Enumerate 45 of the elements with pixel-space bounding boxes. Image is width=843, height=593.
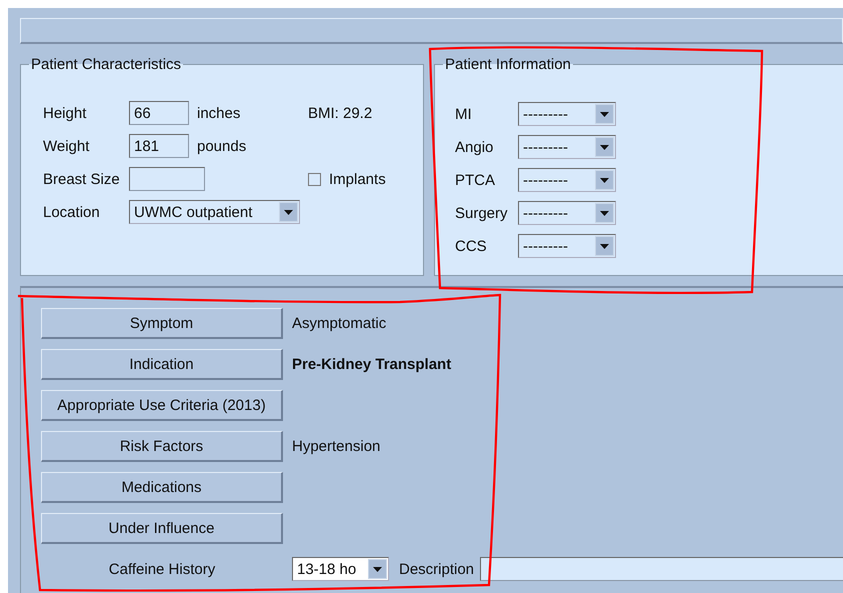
bmi-value: BMI: 29.2	[308, 104, 372, 122]
history-value: Pre-Kidney Transplant	[292, 356, 452, 373]
dropdown-arrow-icon	[600, 178, 609, 182]
field-label: Weight	[43, 138, 90, 154]
dropdown-arrow-icon	[600, 112, 609, 116]
field-label: Location	[43, 204, 100, 220]
description-field[interactable]	[480, 557, 843, 581]
dropdown-arrow-icon	[600, 244, 609, 248]
history-value: Hypertension	[292, 438, 380, 455]
unit-label: inches	[197, 104, 240, 122]
field-label: Breast Size	[43, 170, 120, 188]
field-label: Description	[399, 560, 474, 578]
dropdown-arrow-icon	[600, 144, 609, 150]
caffeine-dropdown[interactable]: 13-18 ho	[292, 557, 389, 581]
panel-title: Patient Information	[444, 56, 572, 73]
dropdown[interactable]: ---------	[518, 201, 616, 225]
field-label: CCS	[455, 238, 488, 254]
history-value: Asymptomatic	[292, 315, 386, 332]
history-button[interactable]: Appropriate Use Criteria (2013)	[41, 390, 283, 421]
panel-title: Patient Characteristics	[30, 56, 182, 73]
history-button[interactable]: Risk Factors	[41, 431, 283, 462]
height-field[interactable]: 66	[129, 101, 189, 125]
dropdown-arrow-icon	[284, 210, 293, 214]
breast-size-field[interactable]	[129, 167, 205, 191]
dropdown[interactable]: ---------	[518, 135, 616, 159]
weight-field[interactable]: 181	[129, 134, 189, 158]
field-label: Surgery	[455, 204, 509, 222]
history-button[interactable]: Indication	[41, 349, 283, 380]
field-label: Caffeine History	[108, 560, 216, 578]
field-label: MI	[455, 106, 473, 122]
history-button[interactable]: Symptom	[41, 308, 283, 339]
dropdown-arrow-icon	[373, 566, 382, 572]
history-button[interactable]: Under Influence	[41, 513, 283, 544]
location-dropdown[interactable]: UWMC outpatient	[129, 200, 300, 224]
field-label: Height	[43, 104, 86, 122]
dropdown[interactable]: ---------	[518, 102, 616, 126]
history-button[interactable]: Medications	[41, 472, 283, 503]
dropdown[interactable]: ---------	[518, 168, 616, 192]
implants-checkbox[interactable]	[308, 172, 321, 186]
field-label: Angio	[455, 138, 494, 156]
field-label: PTCA	[455, 172, 496, 188]
checkbox-label: Implants	[329, 170, 386, 188]
unit-label: pounds	[197, 138, 246, 154]
dropdown[interactable]: ---------	[518, 234, 616, 258]
dropdown-arrow-icon	[600, 210, 609, 216]
